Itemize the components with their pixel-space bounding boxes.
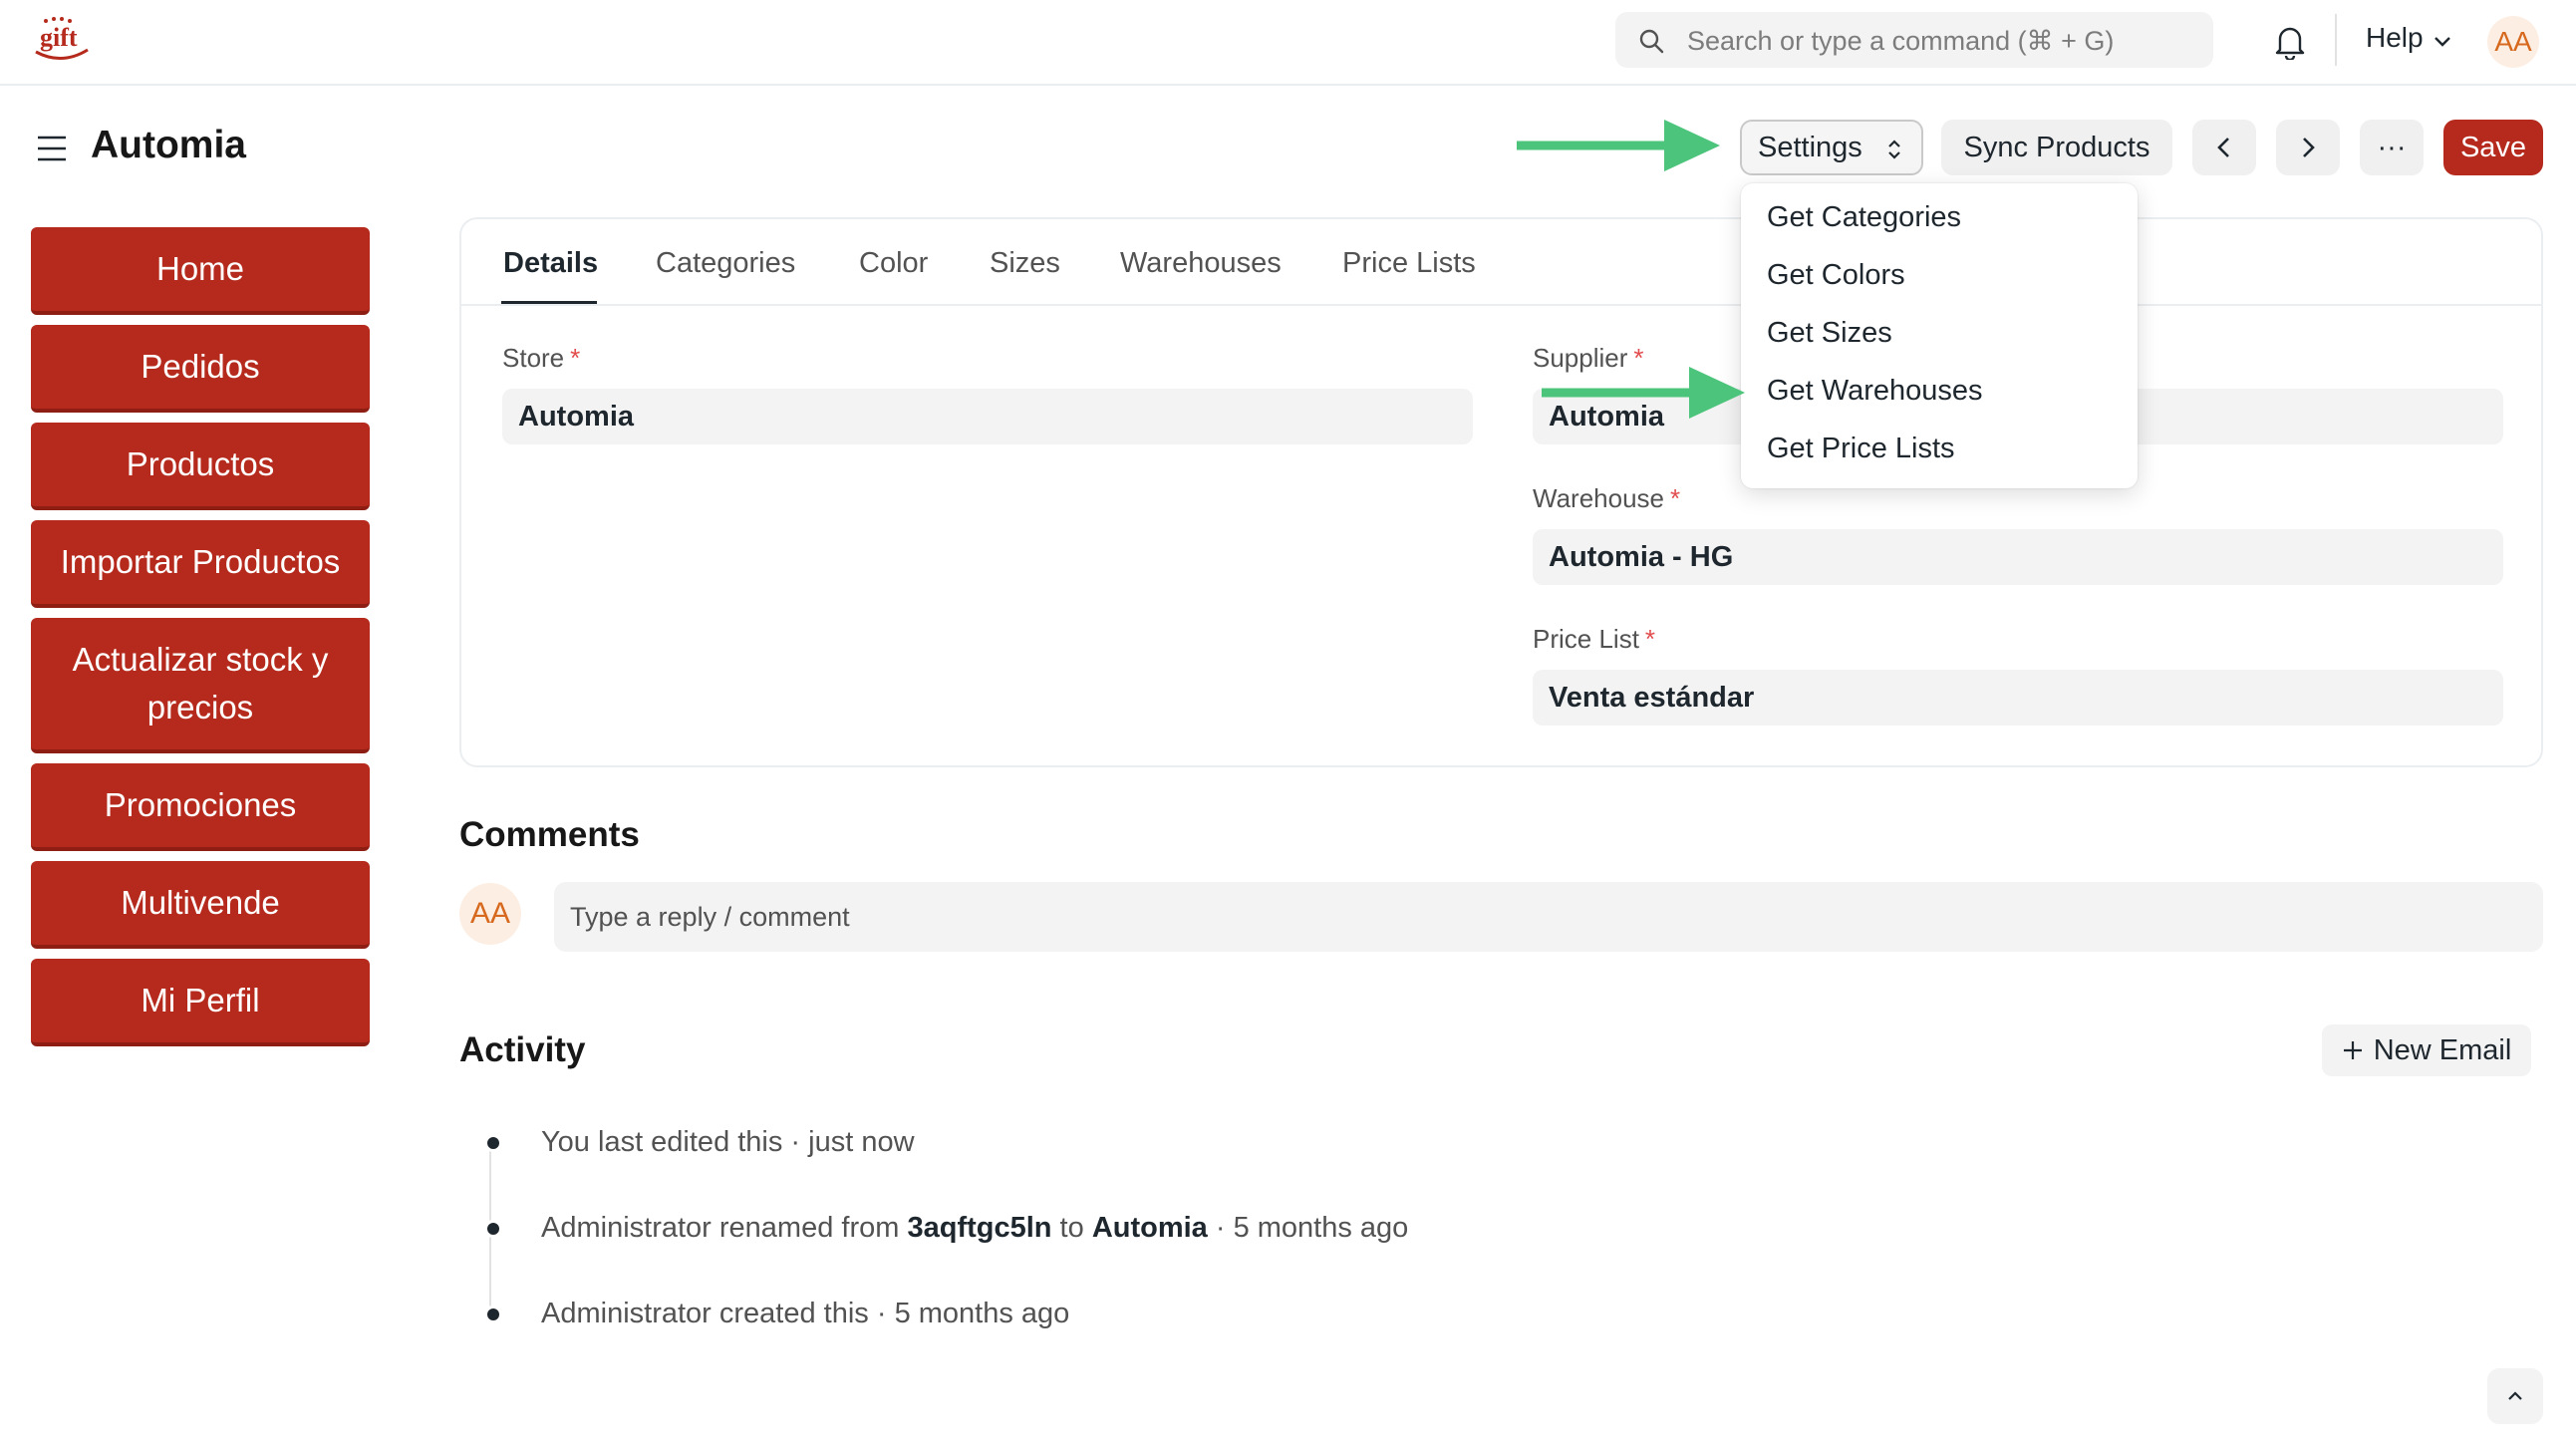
sidebar-item-mi-perfil[interactable]: Mi Perfil xyxy=(31,959,370,1046)
chevron-right-icon xyxy=(2303,138,2315,157)
warehouse-field[interactable]: Automia - HG xyxy=(1533,529,2503,585)
sidebar-item-home[interactable]: Home xyxy=(31,227,370,315)
price-list-label: Price List * xyxy=(1533,624,1655,655)
tab-sizes[interactable]: Sizes xyxy=(990,247,1060,280)
sidebar-item-promociones[interactable]: Promociones xyxy=(31,763,370,851)
menu-item-get-categories[interactable]: Get Categories xyxy=(1767,201,1961,234)
chevron-left-icon xyxy=(2217,138,2229,157)
store-label: Store * xyxy=(502,343,580,374)
menu-item-get-colors[interactable]: Get Colors xyxy=(1767,259,1905,292)
comment-input[interactable]: Type a reply / comment xyxy=(554,882,2543,952)
scroll-to-top-button[interactable] xyxy=(2487,1368,2543,1424)
activity-to-word: to xyxy=(1051,1212,1092,1244)
warehouse-label-text: Warehouse xyxy=(1533,483,1664,513)
warehouse-label: Warehouse * xyxy=(1533,483,1680,514)
price-list-field[interactable]: Venta estándar xyxy=(1533,670,2503,726)
required-marker: * xyxy=(1670,483,1681,513)
notification-bell-icon[interactable] xyxy=(2272,22,2308,62)
activity-title: Activity xyxy=(459,1030,586,1069)
form-card: Details Categories Color Sizes Warehouse… xyxy=(459,217,2543,767)
page-title: Automia xyxy=(91,124,246,166)
gift-logo[interactable]: gift xyxy=(32,16,92,66)
activity-old-name: 3aqftgc5ln xyxy=(907,1212,1052,1244)
chevron-down-icon[interactable] xyxy=(2432,30,2453,52)
search-icon xyxy=(1639,29,1664,54)
tab-color[interactable]: Color xyxy=(859,247,928,280)
search-placeholder: Search or type a command (⌘ + G) xyxy=(1687,26,2115,56)
required-marker: * xyxy=(1644,624,1656,654)
user-avatar[interactable]: AA xyxy=(2487,16,2539,68)
sync-products-button[interactable]: Sync Products xyxy=(1941,120,2172,175)
logo-text: gift xyxy=(40,23,78,52)
sidebar-item-pedidos[interactable]: Pedidos xyxy=(31,325,370,413)
activity-item: You last edited this · just now xyxy=(541,1126,915,1158)
timeline-dot xyxy=(484,1220,502,1238)
next-record-button[interactable] xyxy=(2276,120,2340,175)
timeline-dot xyxy=(484,1306,502,1323)
tab-categories[interactable]: Categories xyxy=(656,247,795,280)
settings-label: Settings xyxy=(1758,131,1862,163)
comments-title: Comments xyxy=(459,815,640,854)
tabs-divider xyxy=(461,304,2541,306)
search-bar[interactable]: Search or type a command (⌘ + G) xyxy=(1615,12,2213,68)
timeline-dot xyxy=(484,1134,502,1152)
activity-verb: renamed from xyxy=(711,1212,908,1244)
activity-time: · 5 months ago xyxy=(868,1298,1070,1329)
new-email-button[interactable]: New Email xyxy=(2322,1024,2531,1076)
activity-verb: created this xyxy=(711,1298,869,1329)
menu-item-get-warehouses[interactable]: Get Warehouses xyxy=(1767,375,1983,408)
activity-new-name: Automia xyxy=(1091,1212,1208,1244)
tab-details[interactable]: Details xyxy=(503,247,598,280)
store-label-text: Store xyxy=(502,343,565,373)
settings-dropdown-menu: Get Categories Get Colors Get Sizes Get … xyxy=(1741,183,2138,488)
menu-item-get-sizes[interactable]: Get Sizes xyxy=(1767,317,1892,350)
previous-record-button[interactable] xyxy=(2192,120,2256,175)
new-email-label: New Email xyxy=(2373,1033,2512,1066)
hamburger-menu-icon[interactable] xyxy=(36,134,68,163)
activity-item: Administrator created this · 5 months ag… xyxy=(541,1298,1069,1330)
sidebar-item-importar-productos[interactable]: Importar Productos xyxy=(31,520,370,608)
sidebar-item-multivende[interactable]: Multivende xyxy=(31,861,370,949)
more-actions-button[interactable]: ··· xyxy=(2360,120,2424,175)
save-button[interactable]: Save xyxy=(2443,120,2543,175)
price-list-label-text: Price List xyxy=(1533,624,1639,654)
activity-time: · 5 months ago xyxy=(1207,1212,1409,1244)
activity-actor[interactable]: Administrator xyxy=(541,1212,712,1244)
required-marker: * xyxy=(570,343,581,373)
tab-warehouses[interactable]: Warehouses xyxy=(1120,247,1282,280)
sidebar-item-actualizar-stock[interactable]: Actualizar stock y precios xyxy=(31,618,370,753)
store-field[interactable]: Automia xyxy=(502,389,1473,444)
top-navbar: gift Search or type a command (⌘ + G) He… xyxy=(0,0,2576,86)
sidebar-item-productos[interactable]: Productos xyxy=(31,423,370,510)
annotation-arrow-icon xyxy=(1517,120,1720,171)
chevron-up-down-icon xyxy=(1888,140,1900,159)
plus-icon xyxy=(2343,1041,2362,1059)
help-menu[interactable]: Help xyxy=(2366,22,2424,54)
navbar-divider xyxy=(2335,14,2337,66)
comment-user-avatar: AA xyxy=(459,883,521,945)
chevron-up-icon xyxy=(2508,1391,2522,1400)
menu-item-get-price-lists[interactable]: Get Price Lists xyxy=(1767,433,1955,465)
settings-dropdown-button[interactable]: Settings xyxy=(1740,120,1923,175)
activity-item: Administrator renamed from 3aqftgc5ln to… xyxy=(541,1212,1408,1245)
annotation-arrow-icon xyxy=(1542,367,1745,419)
activity-actor[interactable]: Administrator xyxy=(541,1298,712,1329)
tab-price-lists[interactable]: Price Lists xyxy=(1342,247,1476,280)
